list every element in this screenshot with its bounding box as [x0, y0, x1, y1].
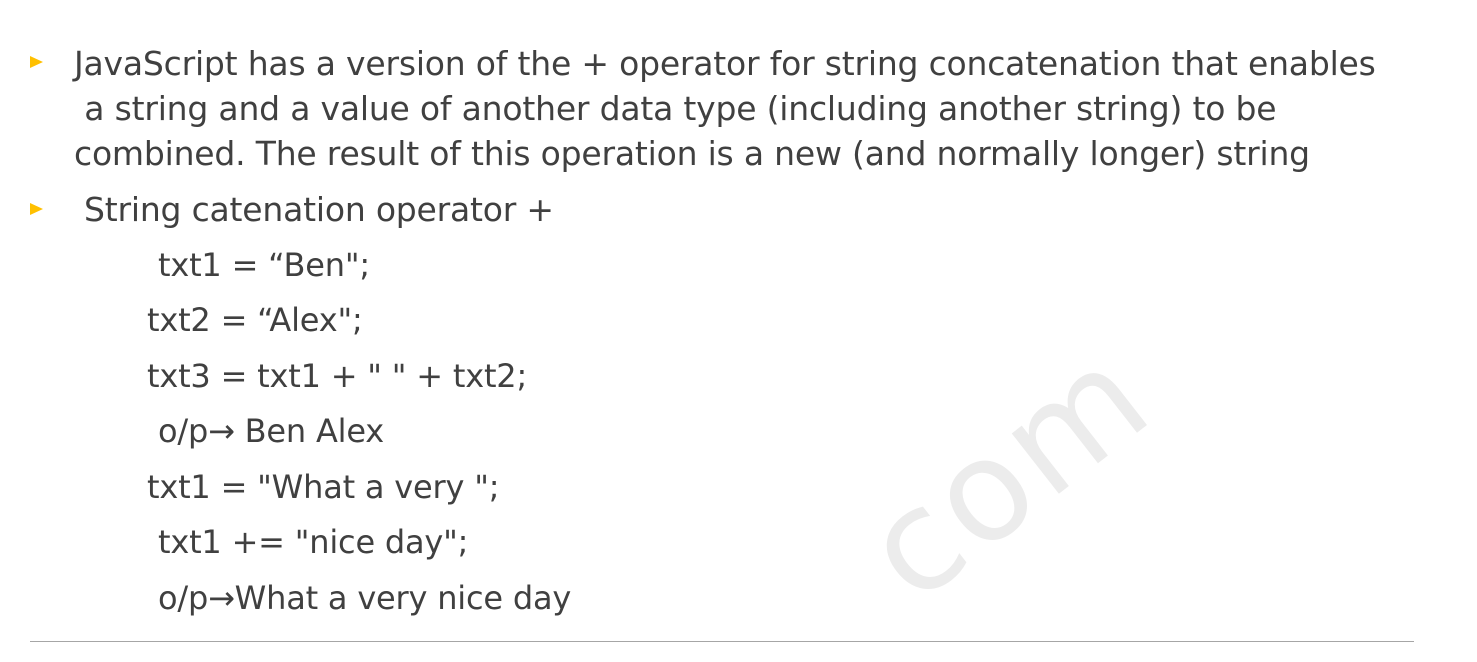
bullet-arrow-icon — [30, 56, 43, 68]
code-line-2: txt2 = “Alex"; — [147, 301, 363, 339]
bullet-arrow-icon — [30, 203, 43, 215]
code-line-3: txt3 = txt1 + " " + txt2; — [147, 357, 528, 395]
slide: com JavaScript has a version of the + op… — [0, 0, 1477, 662]
code-line-1: txt1 = “Ben"; — [158, 246, 370, 284]
code-line-7: o/p→What a very nice day — [158, 579, 572, 617]
divider — [30, 641, 1414, 642]
bullet-1-line-3: combined. The result of this operation i… — [74, 134, 1310, 173]
code-line-4: o/p→ Ben Alex — [158, 412, 384, 450]
bullet-1-line-2: a string and a value of another data typ… — [74, 89, 1277, 128]
bullet-2-line-1: String catenation operator + — [84, 190, 554, 229]
code-line-6: txt1 += "nice day"; — [158, 523, 469, 561]
code-line-5: txt1 = "What a very "; — [147, 468, 500, 506]
bullet-1-line-1: JavaScript has a version of the + operat… — [74, 44, 1376, 83]
watermark: com — [835, 313, 1181, 634]
